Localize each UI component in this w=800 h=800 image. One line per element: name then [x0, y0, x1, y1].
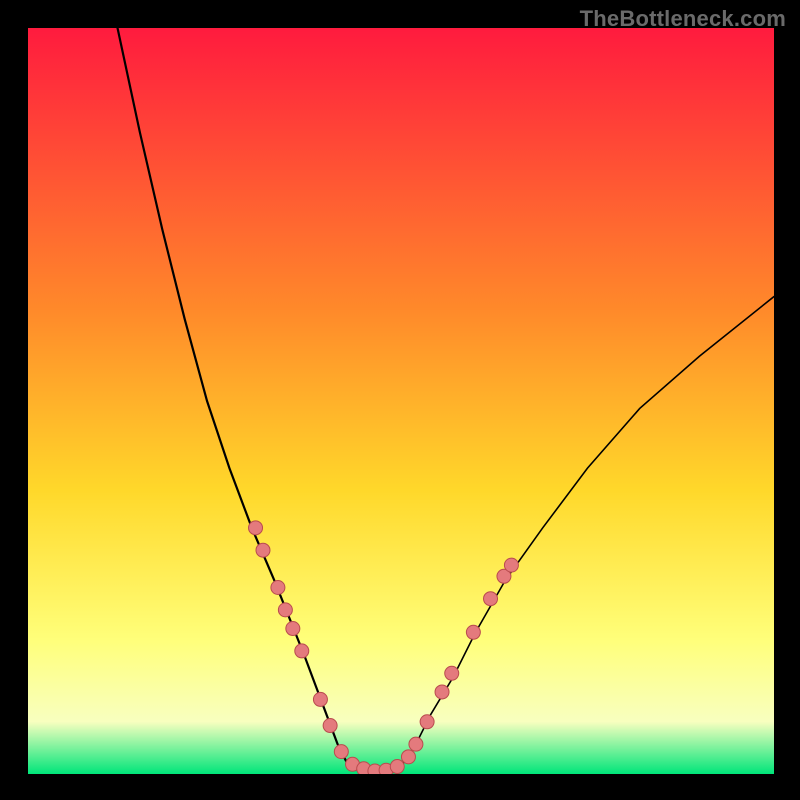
plot-svg: [28, 28, 774, 774]
highlight-dot: [435, 685, 449, 699]
highlight-dot: [504, 558, 518, 572]
highlight-dot: [313, 692, 327, 706]
chart-stage: TheBottleneck.com: [0, 0, 800, 800]
watermark-text: TheBottleneck.com: [580, 6, 786, 32]
highlight-dot: [445, 666, 459, 680]
highlight-dot: [286, 622, 300, 636]
highlight-dot: [271, 581, 285, 595]
plot-frame: [28, 28, 774, 774]
highlight-dot: [334, 745, 348, 759]
highlight-dot: [409, 737, 423, 751]
highlight-dot: [401, 750, 415, 764]
highlight-dot: [484, 592, 498, 606]
highlight-dot: [278, 603, 292, 617]
highlight-dot: [420, 715, 434, 729]
plot-background: [28, 28, 774, 774]
highlight-dot: [390, 760, 404, 774]
highlight-dot: [466, 625, 480, 639]
highlight-dot: [295, 644, 309, 658]
highlight-dot: [323, 719, 337, 733]
highlight-dot: [256, 543, 270, 557]
highlight-dot: [249, 521, 263, 535]
